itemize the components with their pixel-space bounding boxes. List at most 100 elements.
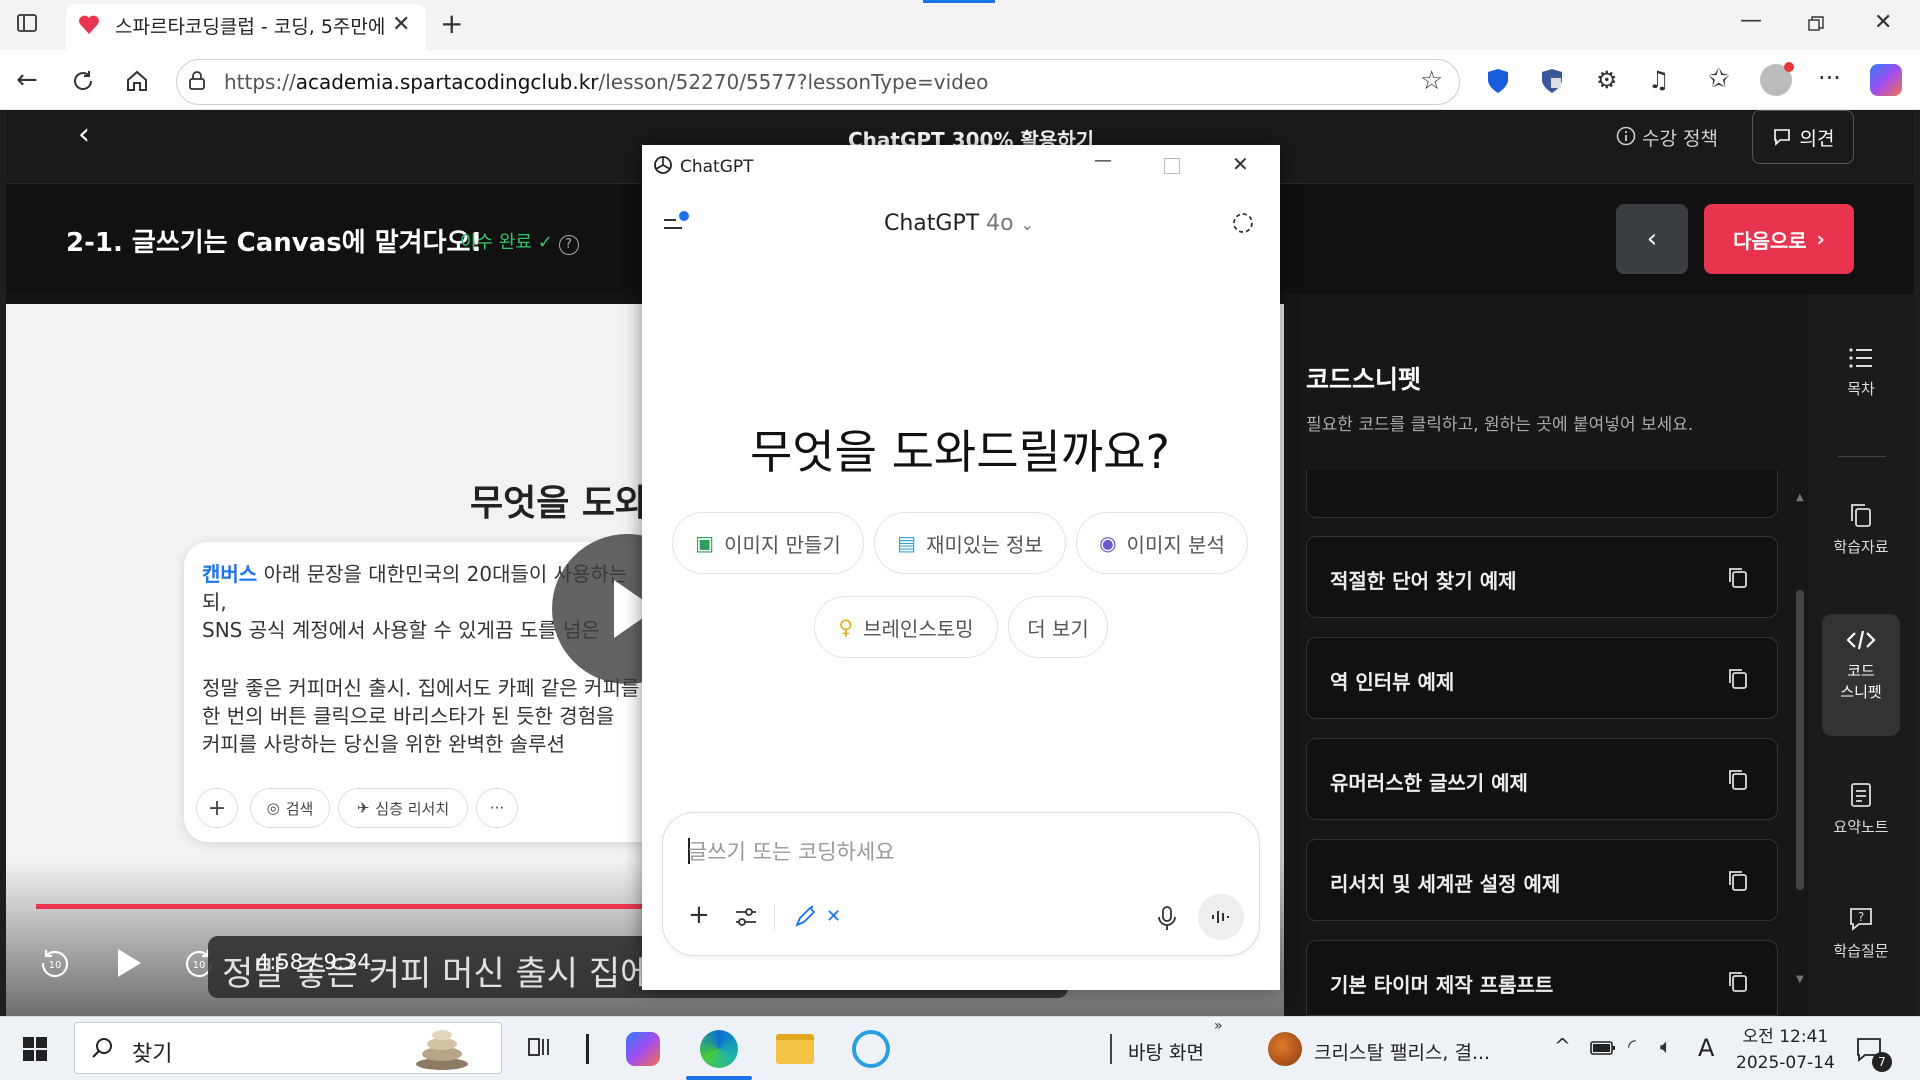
tray-chevron-up-icon[interactable]: ^ bbox=[1554, 1036, 1571, 1056]
extensions-puzzle-icon[interactable]: ⚙ bbox=[1596, 68, 1618, 92]
canvas-pen-icon[interactable] bbox=[792, 904, 818, 930]
site-info-icon[interactable] bbox=[186, 70, 208, 92]
rail-summary[interactable]: 요약노트 bbox=[1822, 782, 1900, 837]
battery-icon[interactable] bbox=[1590, 1040, 1616, 1056]
chip-fun-facts[interactable]: ▤ 재미있는 정보 bbox=[874, 512, 1066, 574]
model-selector[interactable]: ChatGPT 4o ⌄ bbox=[884, 211, 1034, 236]
internet-explorer-icon[interactable] bbox=[852, 1030, 890, 1068]
wifi-icon[interactable]: ◜ bbox=[1628, 1036, 1636, 1056]
tab-title: 스파르타코딩클럽 - 코딩, 5주만에 bbox=[115, 16, 385, 38]
rail-toc-label: 목차 bbox=[1847, 380, 1875, 398]
media-widget-label[interactable]: 크리스탈 팰리스, 결... bbox=[1314, 1038, 1490, 1065]
sparta-logo-icon bbox=[78, 14, 100, 36]
window-close-icon[interactable]: ✕ bbox=[1874, 12, 1892, 34]
rail-snippets[interactable]: 코드 스니펫 bbox=[1822, 614, 1900, 736]
chip-brainstorm[interactable]: ♀ 브레인스토밍 bbox=[814, 596, 998, 658]
toolbar-separator bbox=[1110, 1034, 1112, 1064]
policy-link[interactable]: 수강 정책 bbox=[1642, 124, 1718, 151]
sidebar-toggle-icon[interactable] bbox=[16, 12, 38, 34]
list-icon bbox=[1822, 346, 1900, 370]
completion-badge: 이수 완료 ✓ ? bbox=[460, 228, 579, 255]
gpt-close-icon[interactable]: ✕ bbox=[1232, 154, 1249, 174]
home-icon[interactable] bbox=[124, 68, 150, 94]
previous-lesson-button[interactable]: ‹ bbox=[1616, 204, 1688, 274]
microphone-icon[interactable] bbox=[1156, 904, 1178, 932]
gift-icon: ▤ bbox=[897, 531, 917, 555]
copy-icon[interactable] bbox=[1726, 868, 1750, 892]
copilot-app-icon[interactable] bbox=[626, 1032, 660, 1066]
profile-avatar[interactable] bbox=[1760, 62, 1794, 96]
play-icon[interactable] bbox=[114, 946, 144, 980]
video-line-5: 한 번의 버튼 클릭으로 바리스타가 된 듯한 경험을 bbox=[202, 704, 615, 728]
temporary-chat-icon[interactable] bbox=[1232, 212, 1254, 234]
back-icon[interactable]: ← bbox=[16, 67, 38, 93]
snippet-scrollbar[interactable] bbox=[1796, 590, 1804, 890]
desktop-toolbar-label[interactable]: 바탕 화면 bbox=[1128, 1038, 1204, 1065]
gpt-minimize-icon[interactable]: — bbox=[1094, 152, 1112, 170]
rail-toc[interactable]: 목차 bbox=[1822, 346, 1900, 399]
new-tab-icon[interactable]: + bbox=[440, 10, 463, 38]
snippet-item-partial[interactable] bbox=[1306, 470, 1778, 518]
svg-text:10: 10 bbox=[49, 960, 62, 971]
rewind-10-icon[interactable]: 10 bbox=[38, 946, 72, 980]
video-line-3: SNS 공식 계정에서 사용할 수 있게끔 도를 넘은 bbox=[202, 618, 600, 642]
ime-indicator[interactable]: A bbox=[1698, 1034, 1714, 1062]
video-search-label: 검색 bbox=[285, 799, 314, 818]
chat-input-box[interactable] bbox=[662, 812, 1260, 956]
tab-close-icon[interactable]: ✕ bbox=[392, 14, 410, 36]
voice-mode-button[interactable] bbox=[1198, 894, 1244, 940]
url-path: /lesson/52270/5577?lessonType=video bbox=[598, 70, 989, 94]
refresh-icon[interactable] bbox=[70, 68, 96, 94]
opinion-button[interactable]: 의견 bbox=[1752, 110, 1854, 164]
extension-shield-icon[interactable] bbox=[1540, 68, 1564, 94]
copy-icon[interactable] bbox=[1726, 666, 1750, 690]
help-circle-icon[interactable]: ? bbox=[558, 235, 579, 255]
attach-plus-icon[interactable]: + bbox=[688, 902, 710, 928]
waveform-icon bbox=[1212, 911, 1229, 923]
gpt-maximize-icon[interactable] bbox=[1164, 158, 1180, 174]
more-menu-icon[interactable]: ··· bbox=[1818, 66, 1841, 90]
restore-icon[interactable] bbox=[1808, 16, 1824, 32]
rail-question-label: 학습질문 bbox=[1833, 942, 1889, 960]
globe-icon: ◎ bbox=[266, 799, 280, 817]
copy-docs-icon bbox=[1822, 502, 1900, 528]
canvas-remove-icon[interactable]: ✕ bbox=[826, 906, 841, 927]
media-control-icon[interactable]: ♫ bbox=[1648, 68, 1670, 92]
chevron-down-icon: ⌄ bbox=[1020, 215, 1035, 234]
video-search-chip: ◎ 검색 bbox=[250, 788, 330, 828]
copy-icon[interactable] bbox=[1726, 565, 1750, 589]
edge-app-icon[interactable] bbox=[700, 1030, 738, 1068]
chip-create-image[interactable]: ▣ 이미지 만들기 bbox=[672, 512, 864, 574]
volume-icon[interactable]: 🔈︎ bbox=[1660, 1036, 1672, 1056]
bitwarden-shield-icon[interactable] bbox=[1486, 68, 1510, 94]
task-view-icon[interactable] bbox=[526, 1034, 552, 1060]
rail-materials[interactable]: 학습자료 bbox=[1822, 502, 1900, 557]
clock-date: 2025-07-14 bbox=[1736, 1053, 1835, 1073]
minimize-icon[interactable]: — bbox=[1740, 10, 1762, 32]
copy-icon[interactable] bbox=[1726, 767, 1750, 791]
taskbar-clock[interactable]: 오전 12:41 2025-07-14 bbox=[1736, 1024, 1835, 1076]
snippet-label: 기본 타이머 제작 프롬프트 bbox=[1330, 973, 1554, 997]
gpt-sidebar-icon[interactable] bbox=[662, 210, 690, 232]
next-lesson-button[interactable]: 다음으로 › bbox=[1704, 204, 1854, 274]
copy-icon[interactable] bbox=[1726, 969, 1750, 993]
clock-time: 오전 12:41 bbox=[1742, 1027, 1829, 1047]
image-icon: ▣ bbox=[695, 531, 715, 555]
chip-analyze-image[interactable]: ◉ 이미지 분석 bbox=[1076, 512, 1248, 574]
canvas-tag: 캔버스 bbox=[202, 562, 258, 586]
copilot-icon[interactable] bbox=[1870, 64, 1902, 96]
favorites-icon[interactable]: ✩ bbox=[1708, 66, 1730, 92]
tools-sliders-icon[interactable] bbox=[734, 906, 758, 928]
chip-more[interactable]: 더 보기 bbox=[1008, 596, 1108, 658]
toolbar-overflow-icon[interactable]: » bbox=[1214, 1018, 1223, 1034]
scroll-down-icon[interactable]: ▼ bbox=[1796, 974, 1804, 985]
chevron-right-icon: › bbox=[1816, 227, 1825, 251]
lightbulb-icon: ♀ bbox=[838, 615, 854, 639]
favorite-star-icon[interactable]: ☆ bbox=[1420, 68, 1443, 94]
file-explorer-icon[interactable] bbox=[776, 1034, 814, 1064]
back-chevron-icon[interactable]: ‹ bbox=[78, 120, 90, 150]
windows-start-icon[interactable] bbox=[22, 1036, 48, 1062]
taskbar-separator bbox=[586, 1034, 589, 1064]
rail-question[interactable]: ? 학습질문 bbox=[1822, 906, 1900, 961]
scroll-up-icon[interactable]: ▲ bbox=[1796, 492, 1804, 503]
